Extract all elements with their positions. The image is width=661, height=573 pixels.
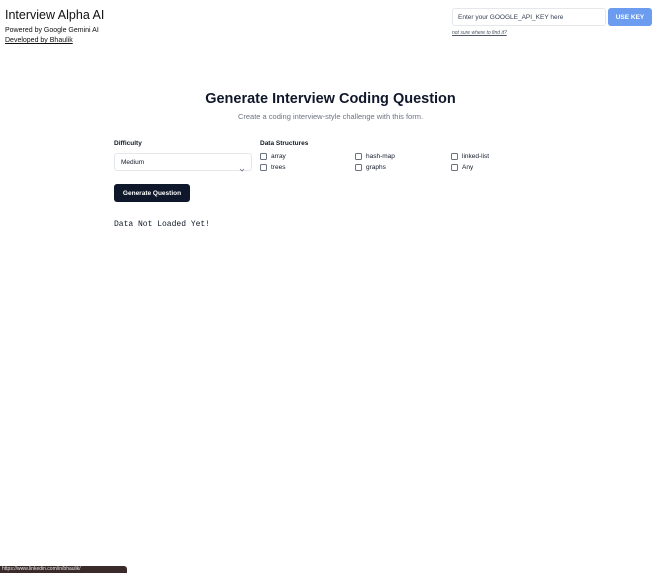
checkbox-box[interactable] bbox=[451, 153, 458, 160]
generate-question-button[interactable]: Generate Question bbox=[114, 184, 190, 202]
data-structures-label: Data Structures bbox=[260, 140, 309, 147]
chevron-down-icon bbox=[239, 160, 245, 178]
checkbox-box[interactable] bbox=[260, 153, 267, 160]
checkbox-linked-list[interactable]: linked-list bbox=[451, 153, 489, 160]
page-subtitle: Create a coding interview-style challeng… bbox=[237, 112, 424, 121]
checkbox-box[interactable] bbox=[355, 153, 362, 160]
checkbox-hash-map[interactable]: hash-map bbox=[355, 153, 395, 160]
use-key-button[interactable]: USE KEY bbox=[608, 8, 652, 26]
checkbox-label: array bbox=[271, 153, 286, 160]
checkbox-label: hash-map bbox=[366, 153, 395, 160]
api-key-input[interactable] bbox=[452, 8, 606, 26]
difficulty-select[interactable]: Medium bbox=[114, 153, 252, 172]
checkbox-box[interactable] bbox=[260, 164, 267, 171]
checkbox-label: graphs bbox=[366, 164, 386, 171]
link-url-status-bar: https://www.linkedin.com/in/bhaulik/ bbox=[0, 566, 127, 573]
checkbox-label: trees bbox=[271, 164, 286, 171]
checkbox-trees[interactable]: trees bbox=[260, 164, 285, 171]
status-text: Data Not Loaded Yet! bbox=[114, 220, 211, 229]
checkbox-array[interactable]: array bbox=[260, 153, 286, 160]
api-key-section: USE KEY not sure where to find it? bbox=[452, 8, 653, 36]
api-key-row: USE KEY bbox=[452, 8, 653, 26]
checkbox-box[interactable] bbox=[451, 164, 458, 171]
powered-by-text: Powered by Google Gemini AI bbox=[5, 27, 99, 34]
brand-block: Interview Alpha AI Powered by Google Gem… bbox=[5, 8, 104, 45]
page-heading: Generate Interview Coding Question Creat… bbox=[0, 90, 661, 121]
checkbox-any[interactable]: Any bbox=[451, 164, 473, 171]
checkbox-label: Any bbox=[462, 164, 474, 171]
difficulty-selected-value: Medium bbox=[121, 159, 145, 166]
checkbox-label: linked-list bbox=[462, 153, 490, 160]
app-title: Interview Alpha AI bbox=[5, 8, 105, 22]
checkbox-graphs[interactable]: graphs bbox=[355, 164, 386, 171]
page-title: Generate Interview Coding Question bbox=[205, 91, 456, 107]
checkbox-box[interactable] bbox=[355, 164, 362, 171]
api-key-help-link[interactable]: not sure where to find it? bbox=[452, 30, 653, 36]
developer-link[interactable]: Developed by Bhaulik bbox=[5, 36, 104, 45]
difficulty-label: Difficulty bbox=[114, 140, 142, 147]
